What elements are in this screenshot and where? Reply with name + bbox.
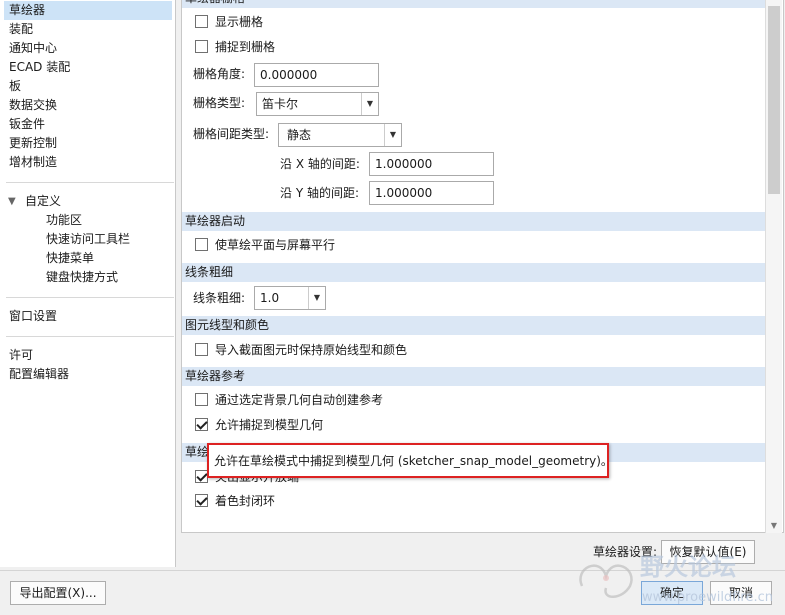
- nav-item-license[interactable]: 许可: [4, 346, 33, 365]
- nav-item-keyboard-shortcuts[interactable]: 键盘快捷方式: [4, 268, 118, 287]
- nav-item-config-editor[interactable]: 配置编辑器: [4, 365, 69, 384]
- nav-item-sketcher[interactable]: 草绘器: [4, 1, 172, 20]
- auto-create-label: 通过选定背景几何自动创建参考: [215, 393, 384, 407]
- watermark-text: 野火论坛: [640, 553, 736, 581]
- y-spacing-label: 沿 Y 轴的间距:: [280, 186, 360, 200]
- nav-item-sheetmetal[interactable]: 钣金件: [4, 115, 45, 134]
- snap-grid-label: 捕捉到栅格: [215, 40, 276, 54]
- nav-item-data-exchange[interactable]: 数据交换: [4, 96, 57, 115]
- allow-snap-label: 允许捕捉到模型几何: [215, 418, 324, 432]
- nav-item-notification-center[interactable]: 通知中心: [4, 39, 57, 58]
- section-header-grid: 草绘器栅格: [182, 0, 766, 8]
- nav-item-window-settings[interactable]: 窗口设置: [4, 307, 57, 326]
- export-config-button[interactable]: 导出配置(X)...: [10, 581, 106, 605]
- snap-grid-checkbox[interactable]: [195, 40, 208, 53]
- chevron-down-icon[interactable]: ▼: [384, 124, 401, 146]
- nav-divider: [6, 336, 174, 337]
- auto-create-row[interactable]: 通过选定背景几何自动创建参考: [195, 391, 383, 408]
- section-header-line: 线条粗细: [182, 263, 766, 282]
- parallel-row[interactable]: 使草绘平面与屏幕平行: [195, 236, 335, 253]
- nav-item-shortcut-menu[interactable]: 快捷菜单: [4, 249, 94, 268]
- nav-item-additive-manufacturing[interactable]: 增材制造: [4, 153, 57, 172]
- nav-item-assembly[interactable]: 装配: [4, 20, 33, 39]
- grid-spacing-type-select[interactable]: 静态 ▼: [278, 123, 402, 147]
- watermark-url: www.proewildfire.cn: [642, 590, 773, 605]
- nav-item-quick-access-toolbar[interactable]: 快速访问工具栏: [4, 230, 130, 249]
- grid-spacing-type-label: 栅格间距类型:: [193, 127, 270, 141]
- watermark-logo-icon: [579, 564, 633, 598]
- shade-closed-checkbox[interactable]: [195, 494, 208, 507]
- allow-snap-checkbox[interactable]: [195, 418, 208, 431]
- snap-grid-row[interactable]: 捕捉到栅格: [195, 38, 275, 55]
- collapse-arrow-icon[interactable]: ▼: [8, 196, 16, 207]
- parallel-label: 使草绘平面与屏幕平行: [215, 238, 336, 252]
- keep-original-checkbox[interactable]: [195, 343, 208, 356]
- nav-item-ecad-assembly[interactable]: ECAD 装配: [4, 58, 70, 77]
- grid-angle-input[interactable]: 0.000000: [254, 63, 379, 87]
- shade-closed-label: 着色封闭环: [215, 494, 276, 508]
- auto-create-checkbox[interactable]: [195, 393, 208, 406]
- nav-divider: [6, 297, 174, 298]
- shade-closed-row[interactable]: 着色封闭环: [195, 492, 275, 509]
- nav-divider: [6, 182, 174, 183]
- keep-original-row[interactable]: 导入截面图元时保持原始线型和颜色: [195, 341, 407, 358]
- section-header-startup: 草绘器启动: [182, 212, 766, 231]
- line-thickness-label: 线条粗细:: [193, 291, 246, 305]
- chevron-down-icon[interactable]: ▼: [308, 287, 325, 309]
- x-spacing-input[interactable]: 1.000000: [369, 152, 494, 176]
- nav-item-update-control[interactable]: 更新控制: [4, 134, 57, 153]
- section-header-entity: 图元线型和颜色: [182, 316, 766, 335]
- scrollbar-thumb[interactable]: [768, 6, 780, 194]
- section-header-reference: 草绘器参考: [182, 367, 766, 386]
- show-grid-label: 显示栅格: [215, 15, 264, 29]
- x-spacing-label: 沿 X 轴的间距:: [280, 157, 360, 171]
- show-grid-row[interactable]: 显示栅格: [195, 13, 263, 30]
- category-nav: 草绘器 装配 通知中心 ECAD 装配 板 数据交换 钣金件 更新控制 增材制造…: [0, 0, 176, 567]
- tooltip: 允许在草绘模式中捕捉到模型几何 (sketcher_snap_model_geo…: [207, 443, 613, 478]
- allow-snap-row[interactable]: 允许捕捉到模型几何: [195, 416, 323, 433]
- grid-angle-label: 栅格角度:: [193, 67, 246, 81]
- show-grid-checkbox[interactable]: [195, 15, 208, 28]
- line-thickness-select[interactable]: 1.0 ▼: [254, 286, 326, 310]
- chevron-down-icon[interactable]: ▼: [361, 93, 378, 115]
- nav-item-customize[interactable]: 自定义: [20, 192, 61, 211]
- keep-original-label: 导入截面图元时保持原始线型和颜色: [215, 343, 408, 357]
- scroll-down-arrow-icon[interactable]: ▼: [766, 518, 782, 533]
- grid-type-label: 栅格类型:: [193, 96, 246, 110]
- grid-type-select[interactable]: 笛卡尔 ▼: [256, 92, 379, 116]
- nav-item-ribbon[interactable]: 功能区: [4, 211, 82, 230]
- line-thickness-value: 1.0: [260, 291, 280, 305]
- grid-spacing-type-value: 静态: [287, 128, 312, 142]
- parallel-checkbox[interactable]: [195, 238, 208, 251]
- nav-item-board[interactable]: 板: [4, 77, 21, 96]
- y-spacing-input[interactable]: 1.000000: [369, 181, 494, 205]
- grid-type-value: 笛卡尔: [262, 97, 299, 111]
- vertical-scrollbar[interactable]: ▼: [765, 0, 782, 533]
